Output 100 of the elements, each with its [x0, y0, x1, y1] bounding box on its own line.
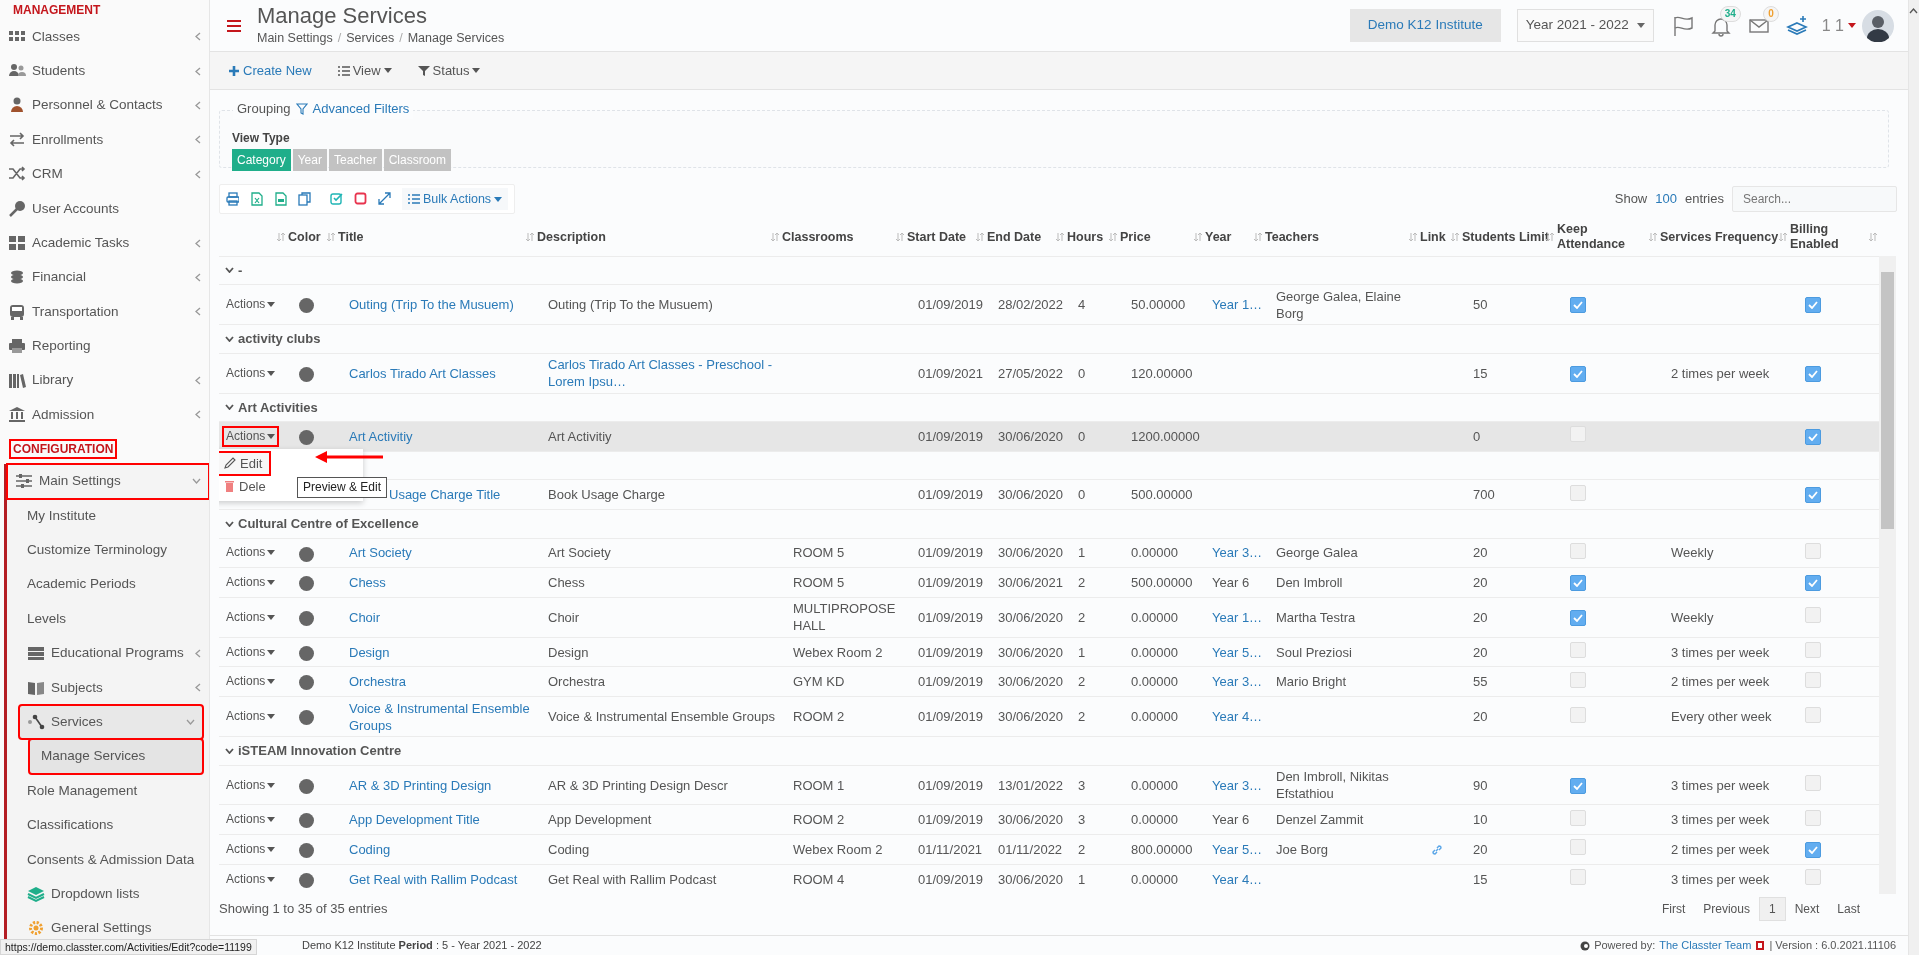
menu-item[interactable]: Subjects	[7, 670, 209, 705]
page-button[interactable]: First	[1652, 898, 1695, 920]
menu-item[interactable]: Admission	[0, 397, 209, 433]
printer-icon[interactable]	[226, 192, 239, 206]
flag-icon[interactable]	[1671, 14, 1694, 37]
checkbox[interactable]	[1805, 297, 1821, 314]
title-link[interactable]: Choir	[349, 608, 530, 626]
page-button[interactable]: Previous	[1694, 898, 1759, 920]
description-link[interactable]: Carlos Tirado Art Classes - Preschool - Lorem Ipsu…	[548, 356, 775, 391]
menu-item[interactable]: CRM	[0, 157, 209, 192]
file-icon[interactable]	[274, 192, 287, 206]
column-header[interactable]: Services Frequency	[1660, 229, 1779, 245]
title-link[interactable]: Usage Charge Title	[389, 486, 530, 504]
title-link[interactable]: Chess	[349, 574, 530, 592]
toolbar-button[interactable]: Create New	[228, 60, 312, 81]
menu-item[interactable]: Academic Tasks	[0, 225, 209, 261]
title-link[interactable]: Orchestra	[349, 673, 530, 691]
actions-button[interactable]: Actions	[223, 642, 279, 662]
actions-button[interactable]: Actions	[223, 607, 279, 627]
title-link[interactable]: Outing (Trip To the Musuem)	[349, 296, 530, 314]
actions-button[interactable]: Actions	[223, 707, 279, 727]
square-icon[interactable]	[354, 192, 367, 206]
column-header[interactable]: Classrooms	[782, 229, 854, 245]
checkbox[interactable]	[1805, 428, 1821, 445]
layers-add-icon[interactable]	[1785, 14, 1808, 37]
checkbox[interactable]	[1805, 365, 1821, 382]
checkbox[interactable]	[1805, 841, 1821, 858]
actions-button[interactable]: Actions	[223, 810, 279, 830]
scrollbar[interactable]	[1879, 256, 1896, 894]
title-link[interactable]: App Development Title	[349, 811, 530, 829]
title-link[interactable]: Coding	[349, 840, 530, 858]
year-dropdown[interactable]: Year 2021 - 2022	[1516, 9, 1654, 42]
institute-button[interactable]: Demo K12 Institute	[1349, 9, 1501, 42]
expand-icon[interactable]	[378, 192, 391, 206]
actions-button[interactable]: Actions	[223, 363, 279, 383]
check-square-icon[interactable]	[330, 192, 343, 206]
title-link[interactable]: Art Society	[349, 544, 530, 562]
menu-item[interactable]: Personnel & Contacts	[0, 88, 209, 123]
menu-item[interactable]: Transportation	[0, 294, 209, 329]
actions-button[interactable]: Actions	[223, 869, 279, 889]
checkbox[interactable]	[1570, 777, 1586, 794]
title-link[interactable]: Carlos Tirado Art Classes	[349, 364, 530, 382]
spreadsheet-icon[interactable]	[250, 192, 263, 206]
page-button[interactable]: 1	[1758, 897, 1786, 921]
actions-button[interactable]: Actions	[223, 775, 279, 795]
menu-item[interactable]: Financial	[0, 260, 209, 295]
copy-icon[interactable]	[298, 192, 311, 206]
checkbox[interactable]	[1805, 575, 1821, 592]
user-menu[interactable]: 1 1	[1821, 13, 1856, 38]
column-header[interactable]: Hours	[1067, 229, 1104, 245]
menu-item[interactable]: Classes	[0, 19, 209, 54]
actions-button[interactable]: Actions	[223, 295, 279, 315]
column-header[interactable]: Link	[1420, 229, 1446, 245]
page-size-link[interactable]: 100	[1655, 189, 1677, 209]
menu-item[interactable]: Levels	[7, 601, 209, 637]
page-button[interactable]: Next	[1785, 898, 1829, 920]
advanced-filters-link[interactable]: Advanced Filters	[296, 99, 410, 119]
toolbar-button[interactable]: Status	[417, 60, 481, 81]
team-link[interactable]: The Classter Team	[1659, 937, 1752, 954]
menu-item[interactable]: My Institute	[7, 498, 209, 533]
column-header[interactable]: Billing Enabled	[1790, 222, 1863, 253]
checkbox[interactable]	[1805, 487, 1821, 504]
title-link[interactable]: Design	[349, 643, 530, 661]
checkbox[interactable]	[1570, 575, 1586, 592]
column-header[interactable]: Keep Attendance	[1557, 222, 1657, 253]
menu-item[interactable]: Customize Terminology	[7, 532, 209, 568]
scrollbar[interactable]	[1908, 0, 1919, 955]
column-header[interactable]: Start Date	[907, 229, 967, 245]
menu-item[interactable]: Services	[19, 704, 203, 740]
page-button[interactable]: Last	[1828, 898, 1869, 920]
bulk-actions-button[interactable]: Bulk Actions	[402, 187, 509, 211]
column-header[interactable]: Color	[288, 229, 321, 245]
breadcrumb-link[interactable]: Services	[346, 29, 395, 48]
title-link[interactable]: AR & 3D Printing Design	[349, 776, 530, 794]
menu-item[interactable]: Role Management	[7, 773, 209, 809]
menu-item[interactable]: Consents & Admission Data	[7, 842, 209, 877]
column-header[interactable]: Year	[1205, 229, 1232, 245]
menu-item[interactable]: Library	[0, 363, 209, 398]
actions-button[interactable]: Actions	[223, 839, 279, 859]
checkbox[interactable]	[1570, 365, 1586, 382]
menu-item[interactable]: Edit	[219, 451, 271, 475]
menu-item[interactable]: Dele	[219, 474, 274, 498]
checkbox[interactable]	[1570, 609, 1586, 626]
menu-item[interactable]: Main Settings	[7, 464, 209, 499]
actions-button[interactable]: Actions	[223, 672, 279, 692]
actions-button[interactable]: Actions	[223, 573, 279, 593]
menu-item[interactable]: Educational Programs	[7, 636, 209, 671]
column-header[interactable]: Description	[537, 229, 606, 245]
menu-item[interactable]: Manage Services	[29, 739, 203, 774]
menu-item[interactable]: Classifications	[7, 808, 209, 843]
toolbar-button[interactable]: View	[337, 60, 392, 81]
menu-item[interactable]: Academic Periods	[7, 567, 209, 602]
breadcrumb-link[interactable]: Main Settings	[257, 29, 333, 48]
menu-item[interactable]: User Accounts	[0, 191, 209, 226]
column-header[interactable]: End Date	[987, 229, 1042, 245]
title-link[interactable]: Voice & Instrumental Ensemble Groups	[349, 699, 530, 734]
title-link[interactable]: Get Real with Rallim Podcast	[349, 870, 530, 888]
menu-item[interactable]: Reporting	[0, 329, 209, 364]
menu-item[interactable]: Dropdown lists	[7, 876, 209, 912]
menu-item[interactable]: Enrollments	[0, 122, 209, 158]
